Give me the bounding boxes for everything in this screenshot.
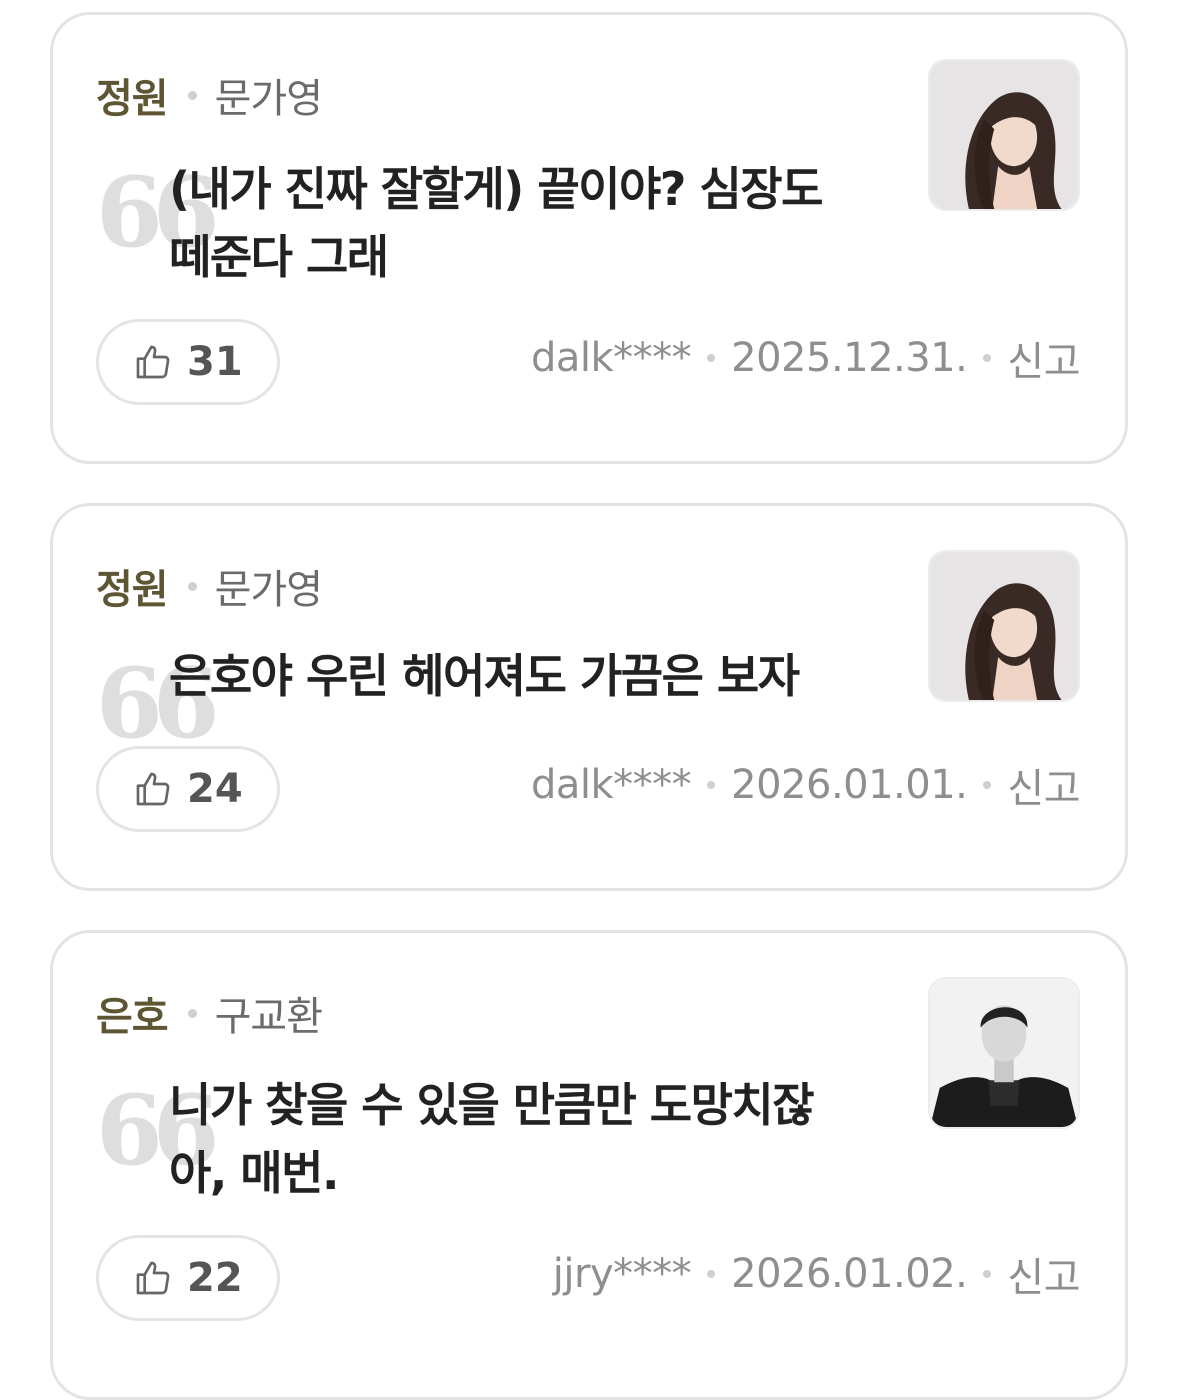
separator-dot [707, 781, 716, 789]
like-count: 24 [187, 766, 243, 812]
quote-line: 은호야 우린 헤어져도 가끔은 보자 [169, 649, 800, 703]
separator-dot [187, 581, 197, 591]
comment-date: 2025.12.31. [731, 335, 968, 381]
report-link[interactable]: 신고 [1007, 1245, 1080, 1303]
quote-line: 아, 매번. [169, 1146, 339, 1200]
thumbs-up-icon [136, 772, 170, 806]
report-link[interactable]: 신고 [1007, 756, 1080, 814]
quote-text: 은호야 우린 헤어져도 가끔은 보자 [169, 642, 899, 710]
separator-dot [707, 1270, 716, 1278]
like-button[interactable]: 31 [96, 319, 280, 405]
actor-photo[interactable] [928, 977, 1080, 1129]
separator-dot [983, 781, 992, 789]
like-button[interactable]: 24 [96, 746, 280, 832]
separator-dot [983, 1270, 992, 1278]
separator-dot [707, 354, 716, 362]
comment-meta: jjry**** 2026.01.02. 신고 [552, 1245, 1081, 1303]
card-header: 정원 문가영 [96, 66, 323, 124]
separator-dot [187, 1008, 197, 1018]
role-name[interactable]: 정원 [96, 557, 169, 615]
like-count: 22 [187, 1255, 243, 1301]
quote-text: 니가 찾을 수 있을 만큼만 도망치잖 아, 매번. [169, 1071, 899, 1207]
quote-line: (내가 진짜 잘할게) 끝이야? 심장도 [169, 162, 823, 216]
username: dalk**** [530, 762, 692, 808]
role-name[interactable]: 정원 [96, 66, 169, 124]
actor-name[interactable]: 구교환 [215, 984, 323, 1042]
actor-photo[interactable] [928, 59, 1080, 211]
thumbs-up-icon [136, 345, 170, 379]
like-button[interactable]: 22 [96, 1235, 280, 1321]
actor-photo[interactable] [928, 550, 1080, 702]
actor-name[interactable]: 문가영 [215, 66, 323, 124]
role-name[interactable]: 은호 [96, 984, 169, 1042]
comment-meta: dalk**** 2025.12.31. 신고 [530, 329, 1081, 387]
thumbs-up-icon [136, 1261, 170, 1295]
username: dalk**** [530, 335, 692, 381]
comment-card: 정원 문가영 66 은호야 우린 헤어져도 가끔은 보자 24 dalk****… [50, 503, 1128, 891]
username: jjry**** [552, 1251, 692, 1297]
quote-line: 떼준다 그래 [169, 230, 389, 284]
actor-photo-image [930, 552, 1078, 700]
card-header: 은호 구교환 [96, 984, 323, 1042]
comment-date: 2026.01.02. [731, 1251, 968, 1297]
quote-line: 니가 찾을 수 있을 만큼만 도망치잖 [169, 1078, 815, 1132]
actor-photo-image [930, 979, 1078, 1127]
comment-card: 은호 구교환 66 니가 찾을 수 있을 만큼만 도망치잖 아, 매번. 22 … [50, 930, 1128, 1400]
comment-date: 2026.01.01. [731, 762, 968, 808]
like-count: 31 [187, 339, 243, 385]
separator-dot [187, 90, 197, 100]
card-header: 정원 문가영 [96, 557, 323, 615]
actor-photo-image [930, 61, 1078, 209]
comment-meta: dalk**** 2026.01.01. 신고 [530, 756, 1081, 814]
quote-text: (내가 진짜 잘할게) 끝이야? 심장도 떼준다 그래 [169, 155, 899, 291]
comment-card: 정원 문가영 66 (내가 진짜 잘할게) 끝이야? 심장도 떼준다 그래 31… [50, 12, 1128, 464]
report-link[interactable]: 신고 [1007, 329, 1080, 387]
actor-name[interactable]: 문가영 [215, 557, 323, 615]
separator-dot [983, 354, 992, 362]
